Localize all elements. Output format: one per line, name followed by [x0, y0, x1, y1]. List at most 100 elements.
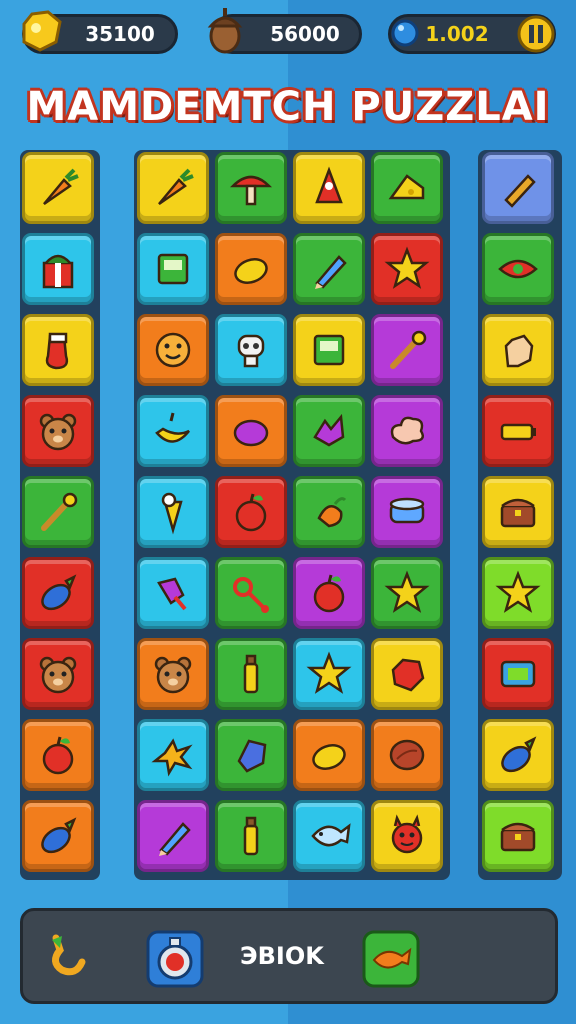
tile-right-3[interactable]	[482, 395, 554, 467]
fish-booster-icon	[362, 930, 420, 988]
box-icon	[149, 245, 197, 293]
tile-mid-6-1[interactable]	[215, 638, 287, 710]
tile-left-4[interactable]	[22, 476, 94, 548]
carrot-icon	[149, 164, 197, 212]
tile-mid-7-1[interactable]	[215, 719, 287, 791]
tile-mid-4-0[interactable]	[137, 476, 209, 548]
tile-mid-3-0[interactable]	[137, 395, 209, 467]
apple-icon	[227, 488, 275, 536]
tile-mid-0-2[interactable]	[293, 152, 365, 224]
tile-mid-8-0[interactable]	[137, 800, 209, 872]
scroll-icon	[494, 164, 542, 212]
apple-icon	[305, 569, 353, 617]
box-icon	[305, 326, 353, 374]
pear-icon	[305, 488, 353, 536]
gem-orb-icon	[390, 18, 420, 52]
tile-mid-2-2[interactable]	[293, 314, 365, 386]
tile-mid-3-2[interactable]	[293, 395, 365, 467]
bear-icon	[34, 650, 82, 698]
tile-left-0[interactable]	[22, 152, 94, 224]
tile-mid-1-0[interactable]	[137, 233, 209, 305]
tile-mid-7-0[interactable]	[137, 719, 209, 791]
coin-icon	[14, 6, 66, 62]
nut-icon	[383, 731, 431, 779]
leaf-icon	[305, 407, 353, 455]
tile-mid-3-1[interactable]	[215, 395, 287, 467]
cloud-icon	[383, 407, 431, 455]
pause-icon	[517, 15, 555, 53]
tile-mid-1-2[interactable]	[293, 233, 365, 305]
pencil-icon	[305, 245, 353, 293]
tile-left-7[interactable]	[22, 719, 94, 791]
hand-icon	[494, 326, 542, 374]
tile-right-6[interactable]	[482, 638, 554, 710]
tile-mid-1-3[interactable]	[371, 233, 443, 305]
tile-mid-8-2[interactable]	[293, 800, 365, 872]
tile-right-5[interactable]	[482, 557, 554, 629]
apple-icon	[34, 731, 82, 779]
tile-mid-7-2[interactable]	[293, 719, 365, 791]
tile-mid-0-1[interactable]	[215, 152, 287, 224]
tile-mid-4-3[interactable]	[371, 476, 443, 548]
bottom-counter: ЭВIOK	[240, 942, 324, 970]
icecream-icon	[149, 488, 197, 536]
pot-button[interactable]	[146, 930, 204, 992]
tile-mid-8-1[interactable]	[215, 800, 287, 872]
tile-right-4[interactable]	[482, 476, 554, 548]
carrot-icon	[34, 164, 82, 212]
sock-icon	[34, 326, 82, 374]
splat-icon	[149, 731, 197, 779]
tile-left-5[interactable]	[22, 557, 94, 629]
cheese-icon	[383, 164, 431, 212]
tile-left-1[interactable]	[22, 233, 94, 305]
tile-left-8[interactable]	[22, 800, 94, 872]
tile-mid-5-2[interactable]	[293, 557, 365, 629]
tile-mid-5-3[interactable]	[371, 557, 443, 629]
tile-mid-6-3[interactable]	[371, 638, 443, 710]
pause-button[interactable]	[516, 14, 556, 58]
pencil-icon	[149, 812, 197, 860]
bear-icon	[34, 407, 82, 455]
tile-mid-0-0[interactable]	[137, 152, 209, 224]
tile-mid-8-3[interactable]	[371, 800, 443, 872]
cone-icon	[305, 164, 353, 212]
banana-icon	[149, 407, 197, 455]
chest-icon	[494, 812, 542, 860]
star-icon	[383, 245, 431, 293]
tile-mid-4-2[interactable]	[293, 476, 365, 548]
tile-mid-2-3[interactable]	[371, 314, 443, 386]
tile-right-0[interactable]	[482, 152, 554, 224]
chest-icon	[494, 488, 542, 536]
tile-right-8[interactable]	[482, 800, 554, 872]
candy-icon	[149, 569, 197, 617]
tile-mid-7-3[interactable]	[371, 719, 443, 791]
tile-mid-5-0[interactable]	[137, 557, 209, 629]
lemon-icon	[227, 245, 275, 293]
acorns-value: 56000	[270, 22, 340, 46]
tile-mid-2-0[interactable]	[137, 314, 209, 386]
tile-mid-6-2[interactable]	[293, 638, 365, 710]
tile-mid-6-0[interactable]	[137, 638, 209, 710]
battery-icon	[494, 407, 542, 455]
tile-mid-1-1[interactable]	[215, 233, 287, 305]
tile-mid-3-3[interactable]	[371, 395, 443, 467]
tile-right-2[interactable]	[482, 314, 554, 386]
phone-icon	[494, 650, 542, 698]
tile-left-6[interactable]	[22, 638, 94, 710]
eggplant-icon	[34, 812, 82, 860]
gems-value: 1.002	[425, 22, 489, 46]
hook-icon	[52, 934, 86, 976]
acorn-icon	[204, 6, 246, 60]
tile-left-2[interactable]	[22, 314, 94, 386]
star-icon	[383, 569, 431, 617]
fish-booster-button[interactable]	[362, 930, 420, 992]
tile-right-1[interactable]	[482, 233, 554, 305]
hook-button[interactable]	[40, 928, 96, 988]
tile-mid-0-3[interactable]	[371, 152, 443, 224]
tile-mid-4-1[interactable]	[215, 476, 287, 548]
tile-mid-2-1[interactable]	[215, 314, 287, 386]
fish-icon	[305, 812, 353, 860]
tile-right-7[interactable]	[482, 719, 554, 791]
tile-mid-5-1[interactable]	[215, 557, 287, 629]
tile-left-3[interactable]	[22, 395, 94, 467]
